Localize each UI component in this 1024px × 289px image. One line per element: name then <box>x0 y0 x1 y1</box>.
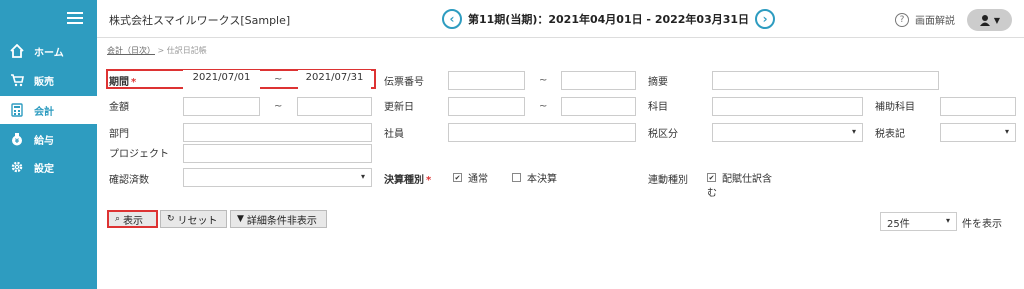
link-type-label: 連動種別 <box>648 175 688 186</box>
checkbox-checked-icon: ✔ <box>707 173 716 182</box>
sidebar-item-sales[interactable]: 販売 <box>0 66 97 94</box>
slip-to-input[interactable] <box>561 71 636 90</box>
per-page-suffix: 件を表示 <box>962 219 1002 230</box>
checkbox-label: 本決算 <box>527 174 557 185</box>
sub-account-label: 補助科目 <box>875 102 915 113</box>
tilde: ~ <box>274 101 283 112</box>
checkbox-checked-icon: ✔ <box>453 173 462 182</box>
account-label: 科目 <box>648 102 668 113</box>
sub-account-input[interactable] <box>940 97 1016 116</box>
button-label: 表示 <box>123 215 144 227</box>
date-to-input[interactable]: 2021/07/31 <box>298 70 371 89</box>
sidebar-item-accounting[interactable]: 会計 <box>0 96 97 124</box>
money-bag-icon: ¥ <box>9 131 25 147</box>
per-page-select[interactable]: 25件 ▾ <box>880 212 957 231</box>
next-period-button[interactable]: › <box>755 9 776 29</box>
tilde: ~ <box>539 101 548 112</box>
sidebar-item-payroll[interactable]: ¥ 給与 <box>0 125 97 153</box>
tilde: ~ <box>274 74 283 85</box>
breadcrumb: 会計（日次） > 仕訳日記帳 <box>107 45 207 56</box>
top-bar: 株式会社スマイルワークス[Sample] ‹ 第11期(当期)：2021年04月… <box>97 0 1024 38</box>
question-icon: ? <box>895 12 909 27</box>
sidebar-item-label: ホーム <box>34 47 64 59</box>
filter-icon: ▼ <box>237 214 244 224</box>
sidebar-item-settings[interactable]: 設定 <box>0 153 97 181</box>
per-page-value: 25件 <box>887 219 910 230</box>
slip-from-input[interactable] <box>448 71 525 90</box>
chevron-down-icon: ▼ <box>993 15 1001 25</box>
menu-icon[interactable] <box>67 12 83 24</box>
tax-category-select[interactable]: ▾ <box>712 123 863 142</box>
sidebar: ホーム 販売 会計 ¥ 給与 設定 <box>0 0 97 289</box>
tax-category-label: 税区分 <box>648 129 678 140</box>
cart-icon <box>9 72 25 88</box>
checkbox-label: 通常 <box>468 174 488 185</box>
tax-display-select[interactable]: ▾ <box>940 123 1016 142</box>
sidebar-item-home[interactable]: ホーム <box>0 37 97 65</box>
search-icon: ⌕ <box>115 214 121 224</box>
sidebar-item-label: 設定 <box>34 163 54 175</box>
amount-to-input[interactable] <box>297 97 372 116</box>
confirm-label: 確認済数 <box>109 175 149 186</box>
breadcrumb-current: 仕訳日記帳 <box>166 46 207 55</box>
project-input[interactable] <box>183 144 372 163</box>
reset-button[interactable]: ↻ リセット <box>160 210 227 228</box>
period-label-row: 期間 * <box>109 77 137 88</box>
summary-input[interactable] <box>712 71 939 90</box>
home-icon <box>9 43 25 59</box>
calculator-icon <box>9 102 25 118</box>
amount-label: 金額 <box>109 102 129 113</box>
closing-label: 決算種別 * <box>384 175 432 186</box>
updated-from-input[interactable] <box>448 97 525 116</box>
summary-label: 摘要 <box>648 77 668 88</box>
sidebar-item-label: 販売 <box>34 76 54 88</box>
updated-label: 更新日 <box>384 102 414 113</box>
company-name: 株式会社スマイルワークス[Sample] <box>109 14 291 27</box>
breadcrumb-separator: > <box>157 46 165 55</box>
link-type-checkbox[interactable]: ✔ 配賦仕訳含 <box>707 170 772 185</box>
date-from-input[interactable]: 2021/07/01 <box>183 70 260 89</box>
hide-detail-button[interactable]: ▼ 詳細条件非表示 <box>230 210 327 228</box>
prev-period-button[interactable]: ‹ <box>442 9 462 29</box>
project-label: プロジェクト <box>109 149 169 160</box>
help-label: 画面解説 <box>915 16 955 27</box>
tilde: ~ <box>539 75 548 86</box>
help-link[interactable]: ? 画面解説 <box>895 12 955 27</box>
employee-input[interactable] <box>448 123 636 142</box>
confirm-select[interactable]: ▾ <box>183 168 372 187</box>
button-label: 詳細条件非表示 <box>246 215 317 227</box>
period-nav: ‹ 第11期(当期)：2021年04月01日 - 2022年03月31日 › <box>442 9 776 29</box>
updated-to-input[interactable] <box>561 97 636 116</box>
checkbox-label: 配賦仕訳含 <box>722 174 772 185</box>
closing-final-checkbox[interactable]: 本決算 <box>512 170 557 185</box>
closing-normal-checkbox[interactable]: ✔ 通常 <box>453 170 488 185</box>
user-menu-button[interactable]: ▼ <box>967 9 1012 31</box>
period-label: 第11期(当期)：2021年04月01日 - 2022年03月31日 <box>468 13 750 26</box>
button-label: リセット <box>177 215 218 227</box>
employee-label: 社員 <box>384 129 404 140</box>
dept-label: 部門 <box>109 129 129 140</box>
tax-display-label: 税表記 <box>875 129 905 140</box>
breadcrumb-link-daily[interactable]: 会計（日次） <box>107 46 155 55</box>
user-icon <box>979 15 990 26</box>
sidebar-item-label: 給与 <box>34 135 54 147</box>
sidebar-item-label: 会計 <box>34 106 54 118</box>
slip-label: 伝票番号 <box>384 77 424 88</box>
dept-input[interactable] <box>183 123 372 142</box>
refresh-icon: ↻ <box>167 214 175 224</box>
gear-icon <box>9 159 25 175</box>
checkbox-unchecked-icon <box>512 173 521 182</box>
amount-from-input[interactable] <box>183 97 260 116</box>
account-input[interactable] <box>712 97 863 116</box>
checkbox-label-wrap: む <box>707 188 717 199</box>
show-button[interactable]: ⌕ 表示 <box>107 210 158 228</box>
